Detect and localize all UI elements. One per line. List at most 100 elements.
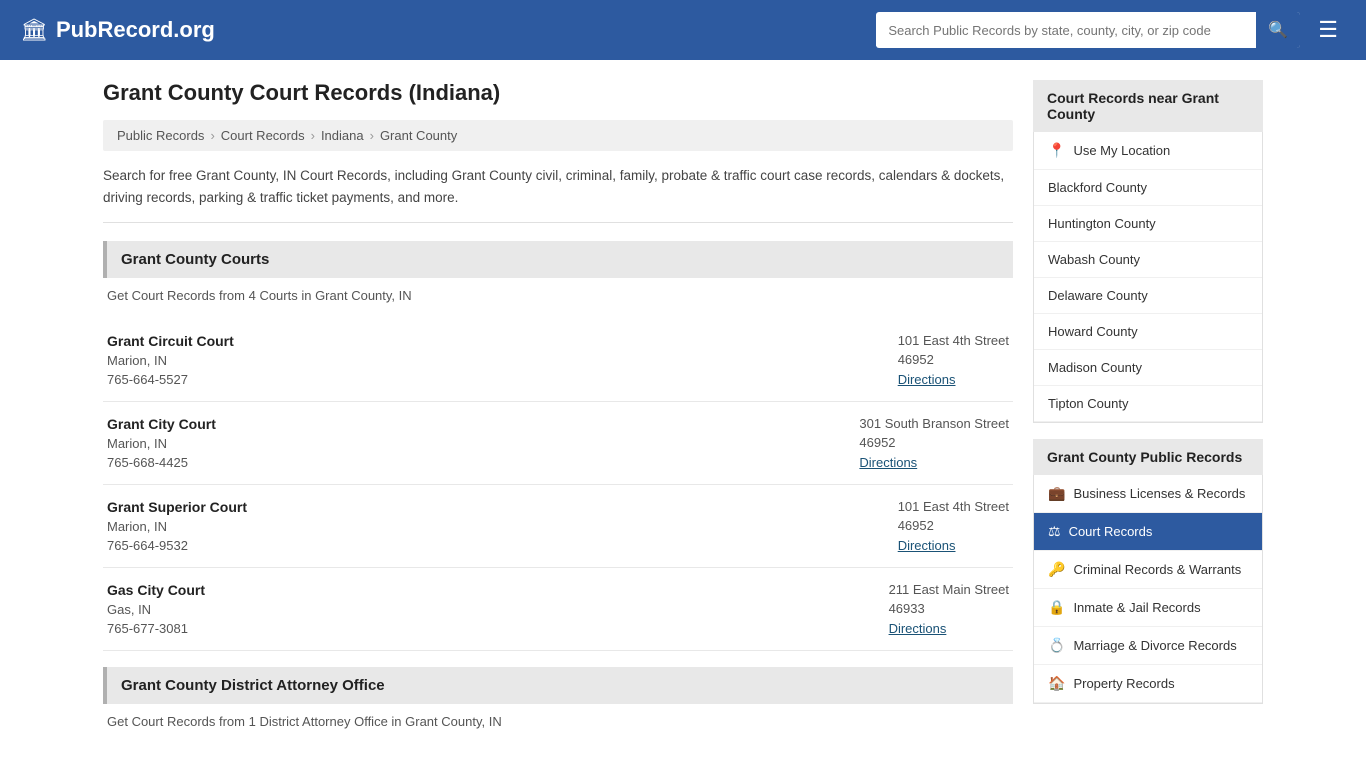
record-type-icon: 🏠 — [1048, 675, 1065, 692]
public-records-items: 💼 Business Licenses & Records ⚖ Court Re… — [1034, 475, 1262, 703]
sidebar: Court Records near Grant County 📍 Use My… — [1033, 80, 1263, 745]
court-name: Gas City Court — [107, 582, 205, 598]
location-icon: 📍 — [1048, 142, 1065, 159]
public-records-item[interactable]: 🏠 Property Records — [1034, 665, 1262, 703]
court-phone: 765-668-4425 — [107, 455, 216, 470]
public-records-item[interactable]: ⚖ Court Records — [1034, 513, 1262, 551]
court-entry: Grant City Court Marion, IN 765-668-4425… — [103, 402, 1013, 485]
court-left: Grant Circuit Court Marion, IN 765-664-5… — [107, 333, 234, 387]
record-type-icon: ⚖ — [1048, 523, 1061, 540]
logo[interactable]: 🏛 PubRecord.org — [20, 17, 215, 43]
court-phone: 765-664-9532 — [107, 538, 247, 553]
breadcrumb-court-records[interactable]: Court Records — [221, 128, 305, 143]
nearby-county-item[interactable]: Huntington County — [1034, 206, 1262, 242]
breadcrumb-sep-3: › — [370, 128, 374, 143]
court-address: 101 East 4th Street — [898, 499, 1009, 514]
court-phone: 765-677-3081 — [107, 621, 205, 636]
court-name: Grant City Court — [107, 416, 216, 432]
court-left: Grant City Court Marion, IN 765-668-4425 — [107, 416, 216, 470]
menu-icon: ☰ — [1318, 17, 1338, 42]
court-zip: 46952 — [898, 352, 1009, 367]
public-records-title: Grant County Public Records — [1033, 439, 1263, 475]
court-phone: 765-664-5527 — [107, 372, 234, 387]
record-type-label: Marriage & Divorce Records — [1073, 638, 1236, 653]
public-records-item[interactable]: 🔒 Inmate & Jail Records — [1034, 589, 1262, 627]
courts-section-header: Grant County Courts — [103, 241, 1013, 278]
nearby-counties: Blackford CountyHuntington CountyWabash … — [1034, 170, 1262, 422]
record-type-label: Criminal Records & Warrants — [1073, 562, 1241, 577]
search-input[interactable] — [876, 15, 1256, 46]
record-type-label: Property Records — [1073, 676, 1174, 691]
public-records-item[interactable]: 🔑 Criminal Records & Warrants — [1034, 551, 1262, 589]
court-right: 101 East 4th Street 46952 Directions — [898, 499, 1009, 553]
court-address: 211 East Main Street — [889, 582, 1009, 597]
court-right: 101 East 4th Street 46952 Directions — [898, 333, 1009, 387]
court-zip: 46933 — [889, 601, 1009, 616]
search-button[interactable]: 🔍 — [1256, 12, 1300, 48]
page-description: Search for free Grant County, IN Court R… — [103, 165, 1013, 223]
court-zip: 46952 — [859, 435, 1009, 450]
record-type-label: Court Records — [1069, 524, 1153, 539]
court-right: 301 South Branson Street 46952 Direction… — [859, 416, 1009, 470]
da-section-desc: Get Court Records from 1 District Attorn… — [103, 714, 1013, 729]
record-type-icon: 💼 — [1048, 485, 1065, 502]
public-records-item[interactable]: 💼 Business Licenses & Records — [1034, 475, 1262, 513]
court-address: 101 East 4th Street — [898, 333, 1009, 348]
record-type-label: Inmate & Jail Records — [1073, 600, 1200, 615]
nearby-county-item[interactable]: Wabash County — [1034, 242, 1262, 278]
directions-link[interactable]: Directions — [898, 372, 956, 387]
da-section: Grant County District Attorney Office Ge… — [103, 667, 1013, 729]
breadcrumb-public-records[interactable]: Public Records — [117, 128, 204, 143]
search-icon: 🔍 — [1268, 22, 1288, 39]
court-left: Grant Superior Court Marion, IN 765-664-… — [107, 499, 247, 553]
public-records-list: 💼 Business Licenses & Records ⚖ Court Re… — [1033, 475, 1263, 704]
court-left: Gas City Court Gas, IN 765-677-3081 — [107, 582, 205, 636]
nearby-county-item[interactable]: Delaware County — [1034, 278, 1262, 314]
nearby-county-item[interactable]: Tipton County — [1034, 386, 1262, 422]
header-right: 🔍 ☰ — [876, 12, 1346, 48]
court-name: Grant Circuit Court — [107, 333, 234, 349]
directions-link[interactable]: Directions — [859, 455, 917, 470]
court-entry: Grant Superior Court Marion, IN 765-664-… — [103, 485, 1013, 568]
record-type-icon: 🔒 — [1048, 599, 1065, 616]
use-location-label: Use My Location — [1073, 143, 1170, 158]
nearby-list: 📍 Use My Location Blackford CountyHuntin… — [1033, 132, 1263, 423]
logo-text: PubRecord.org — [56, 17, 215, 43]
use-location-item[interactable]: 📍 Use My Location — [1034, 132, 1262, 170]
breadcrumb-sep-1: › — [210, 128, 214, 143]
courts-list: Grant Circuit Court Marion, IN 765-664-5… — [103, 319, 1013, 651]
search-bar: 🔍 — [876, 12, 1300, 48]
main-container: Grant County Court Records (Indiana) Pub… — [83, 60, 1283, 765]
court-entry: Grant Circuit Court Marion, IN 765-664-5… — [103, 319, 1013, 402]
menu-button[interactable]: ☰ — [1310, 13, 1346, 47]
breadcrumb-grant-county: Grant County — [380, 128, 457, 143]
court-city: Gas, IN — [107, 602, 205, 617]
courts-section-desc: Get Court Records from 4 Courts in Grant… — [103, 288, 1013, 303]
directions-link[interactable]: Directions — [898, 538, 956, 553]
court-right: 211 East Main Street 46933 Directions — [889, 582, 1009, 636]
court-address: 301 South Branson Street — [859, 416, 1009, 431]
page-title: Grant County Court Records (Indiana) — [103, 80, 1013, 106]
breadcrumb-indiana[interactable]: Indiana — [321, 128, 364, 143]
court-city: Marion, IN — [107, 353, 234, 368]
logo-icon: 🏛 — [20, 17, 48, 43]
breadcrumb-sep-2: › — [311, 128, 315, 143]
court-name: Grant Superior Court — [107, 499, 247, 515]
content-area: Grant County Court Records (Indiana) Pub… — [103, 80, 1013, 745]
header: 🏛 PubRecord.org 🔍 ☰ — [0, 0, 1366, 60]
court-entry: Gas City Court Gas, IN 765-677-3081 211 … — [103, 568, 1013, 651]
nearby-county-item[interactable]: Blackford County — [1034, 170, 1262, 206]
court-city: Marion, IN — [107, 436, 216, 451]
record-type-icon: 💍 — [1048, 637, 1065, 654]
record-type-icon: 🔑 — [1048, 561, 1065, 578]
nearby-county-item[interactable]: Madison County — [1034, 350, 1262, 386]
breadcrumb: Public Records › Court Records › Indiana… — [103, 120, 1013, 151]
da-section-header: Grant County District Attorney Office — [103, 667, 1013, 704]
nearby-county-item[interactable]: Howard County — [1034, 314, 1262, 350]
court-zip: 46952 — [898, 518, 1009, 533]
directions-link[interactable]: Directions — [889, 621, 947, 636]
nearby-title: Court Records near Grant County — [1033, 80, 1263, 132]
court-city: Marion, IN — [107, 519, 247, 534]
record-type-label: Business Licenses & Records — [1073, 486, 1245, 501]
public-records-item[interactable]: 💍 Marriage & Divorce Records — [1034, 627, 1262, 665]
